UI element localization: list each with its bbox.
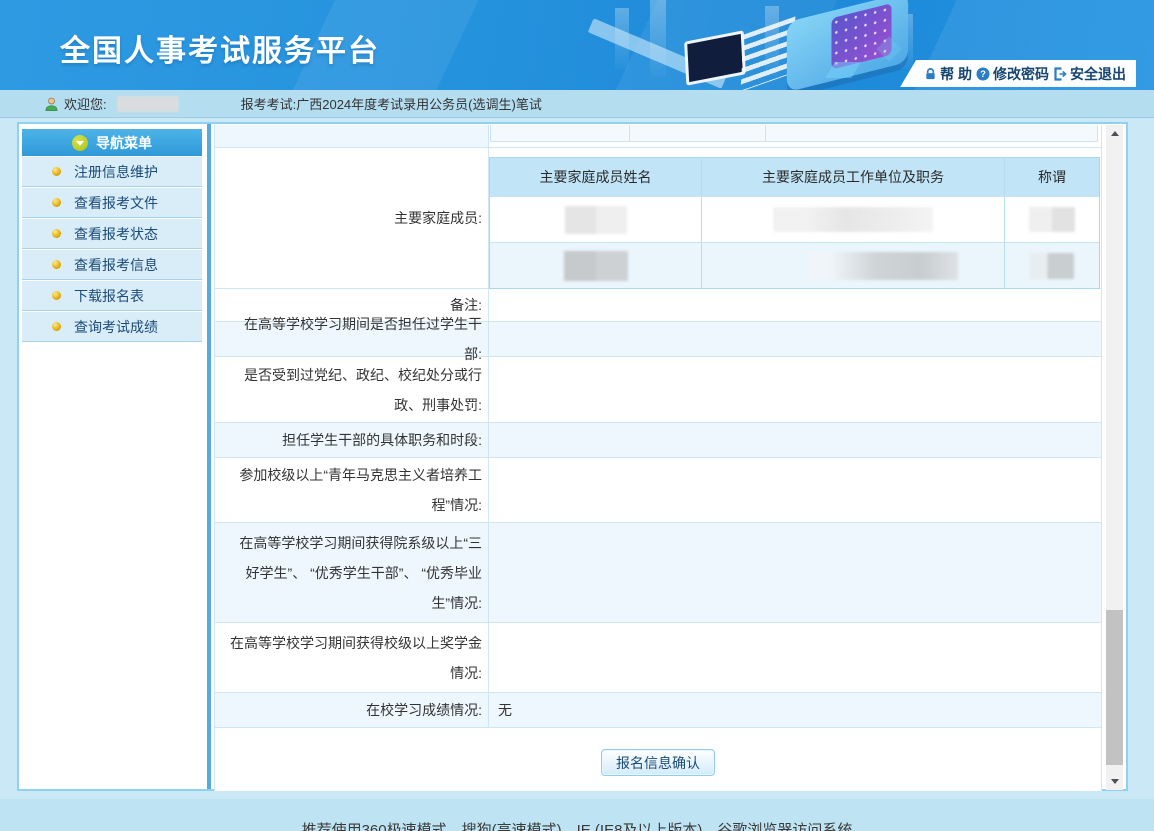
page-title: 全国人事考试服务平台 <box>60 26 380 70</box>
form-row-punishment: 是否受到过党纪、政纪、校纪处分或行政、刑事处罚: <box>215 357 1101 423</box>
illustration-monitor <box>684 30 746 86</box>
row-value <box>489 357 1101 422</box>
redacted-relation <box>1029 207 1075 232</box>
family-col-name: 主要家庭成员姓名 <box>490 158 702 196</box>
row-label: 是否受到过党纪、政纪、校纪处分或行政、刑事处罚: <box>215 357 489 422</box>
form-row-student-cadre: 在高等学校学习期间是否担任过学生干部: <box>215 322 1101 357</box>
row-value <box>489 289 1101 321</box>
row-value <box>489 623 1101 692</box>
logout-label: 安全退出 <box>1070 64 1126 84</box>
bullet-icon <box>52 260 61 269</box>
question-icon: ? <box>976 67 990 81</box>
sidebar-item-register-info[interactable]: 注册信息维护 <box>22 157 202 187</box>
family-members-row: 主要家庭成员: 主要家庭成员姓名 主要家庭成员工作单位及职务 称谓 <box>215 148 1101 289</box>
family-table-row <box>490 196 1099 242</box>
header-illustration <box>580 0 940 90</box>
family-col-relation: 称谓 <box>1005 158 1099 196</box>
username-redacted <box>117 96 179 112</box>
scroll-down-button[interactable] <box>1106 773 1123 790</box>
sidebar-item-label: 查看报考文件 <box>74 193 158 213</box>
browser-recommendation: 推荐使用360极速模式、搜狗(高速模式)、IE (IE8及以上版本)、谷歌浏览器… <box>0 819 1154 831</box>
bullet-icon <box>52 322 61 331</box>
form-row-honors: 在高等学校学习期间获得院系级以上“三好学生”、 “优秀学生干部”、 “优秀毕业生… <box>215 523 1101 623</box>
form-row-cadre-position-period: 担任学生干部的具体职务和时段: <box>215 423 1101 458</box>
change-password-link[interactable]: ? 修改密码 <box>976 64 1049 84</box>
sidebar-item-download-registration-form[interactable]: 下载报名表 <box>22 281 202 311</box>
row-value <box>489 458 1101 522</box>
arrow-down-icon <box>1111 779 1119 784</box>
form-area: 主要家庭成员: 主要家庭成员姓名 主要家庭成员工作单位及职务 称谓 <box>214 125 1102 791</box>
family-col-workplace: 主要家庭成员工作单位及职务 <box>702 158 1005 196</box>
row-value <box>489 322 1101 356</box>
sidebar-item-query-exam-results[interactable]: 查询考试成绩 <box>22 312 202 342</box>
change-password-label: 修改密码 <box>993 64 1049 84</box>
bullet-icon <box>52 291 61 300</box>
nav-menu-header: 导航菜单 <box>22 129 202 156</box>
bullet-icon <box>52 198 61 207</box>
bullet-icon <box>52 167 61 176</box>
confirm-registration-button[interactable]: 报名信息确认 <box>601 749 715 776</box>
user-avatar-icon <box>44 96 59 112</box>
svg-text:?: ? <box>980 69 986 80</box>
logout-icon <box>1053 67 1067 81</box>
help-link[interactable]: 帮 助 <box>924 64 972 84</box>
sidebar: 导航菜单 注册信息维护 查看报考文件 查看报考状态 查看报考信息 下载报名表 <box>22 129 202 342</box>
sidebar-item-label: 注册信息维护 <box>74 162 158 182</box>
family-table-row <box>490 242 1099 288</box>
redacted-relation <box>1030 253 1074 279</box>
sidebar-item-label: 查看报考状态 <box>74 224 158 244</box>
help-label: 帮 助 <box>940 64 972 84</box>
app-header: 全国人事考试服务平台 帮 助 ? 修改密码 安全退出 <box>0 0 1154 90</box>
welcome-label: 欢迎您: <box>64 94 107 113</box>
sidebar-item-view-application-info[interactable]: 查看报考信息 <box>22 250 202 280</box>
welcome-bar: 欢迎您: 报考考试:广西2024年度考试录用公务员(选调生)笔试 <box>0 90 1154 118</box>
content-scrollbar[interactable] <box>1106 125 1123 790</box>
sidebar-item-label: 查询考试成绩 <box>74 317 158 337</box>
family-table: 主要家庭成员姓名 主要家庭成员工作单位及职务 称谓 <box>489 157 1100 289</box>
family-members-label: 主要家庭成员: <box>215 148 489 288</box>
row-label: 参加校级以上“青年马克思主义者培养工程”情况: <box>215 458 489 522</box>
scrollbar-thumb[interactable] <box>1106 610 1123 765</box>
form-row-marxist-program: 参加校级以上“青年马克思主义者培养工程”情况: <box>215 458 1101 523</box>
chevron-down-icon <box>72 135 88 151</box>
row-label: 担任学生干部的具体职务和时段: <box>215 423 489 457</box>
row-label: 在高等学校学习期间获得院系级以上“三好学生”、 “优秀学生干部”、 “优秀毕业生… <box>215 523 489 622</box>
page-root: 全国人事考试服务平台 帮 助 ? 修改密码 安全退出 <box>0 0 1154 831</box>
bullet-icon <box>52 229 61 238</box>
row-label: 在校学习成绩情况: <box>215 693 489 727</box>
row-label: 在高等学校学习期间获得校级以上奖学金情况: <box>215 623 489 692</box>
row-value <box>489 523 1101 622</box>
row-value: 无 <box>489 693 1101 727</box>
redacted-workplace <box>808 252 958 280</box>
main-container: 导航菜单 注册信息维护 查看报考文件 查看报考状态 查看报考信息 下载报名表 <box>17 122 1128 791</box>
page-footer: 推荐使用360极速模式、搜狗(高速模式)、IE (IE8及以上版本)、谷歌浏览器… <box>0 799 1154 831</box>
family-table-header: 主要家庭成员姓名 主要家庭成员工作单位及职务 称谓 <box>490 158 1099 196</box>
redacted-workplace <box>773 207 933 232</box>
redacted-name <box>564 251 628 281</box>
row-label: 在高等学校学习期间是否担任过学生干部: <box>215 322 489 356</box>
sidebar-item-label: 查看报考信息 <box>74 255 158 275</box>
arrow-up-icon <box>1111 131 1119 136</box>
scroll-up-button[interactable] <box>1106 125 1123 142</box>
redacted-name <box>565 206 627 234</box>
button-area: 报名信息确认 <box>215 728 1101 791</box>
logout-link[interactable]: 安全退出 <box>1053 64 1126 84</box>
form-row-academic-performance: 在校学习成绩情况: 无 <box>215 693 1101 728</box>
sidebar-item-view-application-status[interactable]: 查看报考状态 <box>22 219 202 249</box>
sidebar-item-view-exam-files[interactable]: 查看报考文件 <box>22 188 202 218</box>
exam-info: 报考考试:广西2024年度考试录用公务员(选调生)笔试 <box>241 94 542 113</box>
previous-table-fragment <box>490 125 1098 142</box>
user-toolbar: 帮 助 ? 修改密码 安全退出 <box>900 60 1136 87</box>
form-row-scholarship: 在高等学校学习期间获得校级以上奖学金情况: <box>215 623 1101 693</box>
lock-icon <box>924 67 937 81</box>
sidebar-divider <box>207 124 211 789</box>
nav-menu-title: 导航菜单 <box>96 133 152 153</box>
row-value <box>489 423 1101 457</box>
sidebar-item-label: 下载报名表 <box>74 286 144 306</box>
partial-row <box>215 125 1101 148</box>
